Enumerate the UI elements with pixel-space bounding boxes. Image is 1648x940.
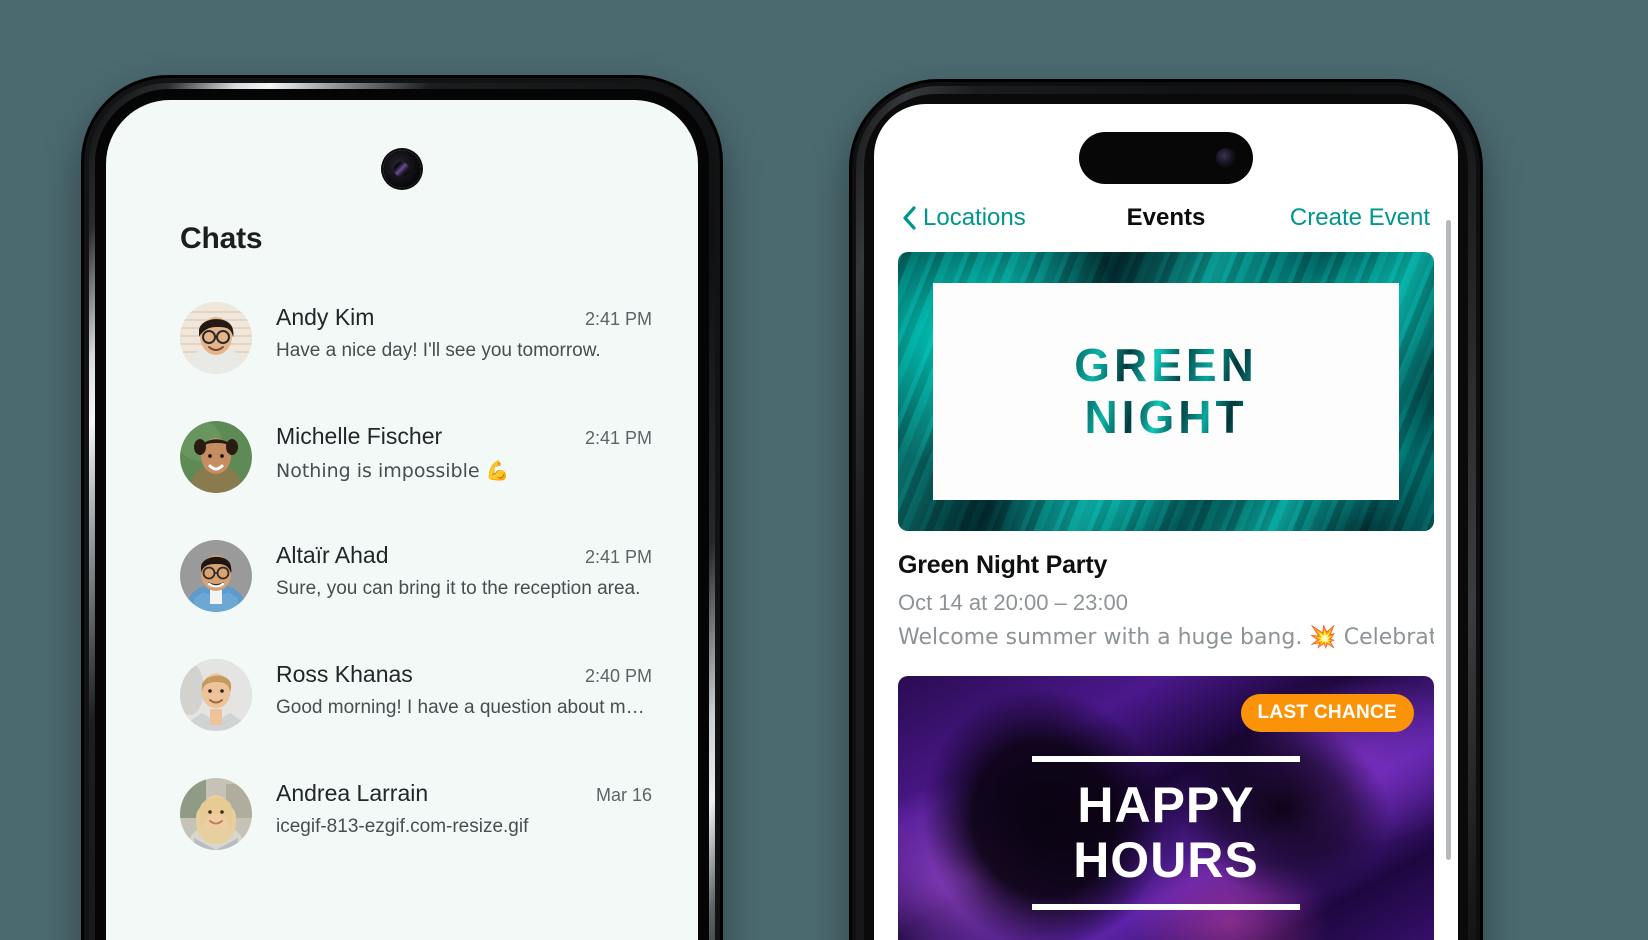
event-card[interactable]: GREEN NIGHT Green Night Party Oct 14 at … [874, 252, 1458, 650]
banner-line-1: HAPPY [1077, 776, 1255, 833]
avatar [180, 540, 252, 612]
events-feed[interactable]: GREEN NIGHT Green Night Party Oct 14 at … [874, 252, 1458, 940]
contact-name: Ross Khanas [276, 661, 413, 687]
left-phone-device: Chats Andy Kim 2:41 PM Have a nice day! … [84, 78, 720, 940]
banner-line-1: GREEN [1074, 338, 1258, 391]
event-banner-image: LAST CHANCE HAPPY HOURS [898, 676, 1434, 940]
contact-name: Andrea Larrain [276, 780, 429, 806]
banner-line-2: NIGHT [1084, 390, 1248, 443]
timestamp: 2:41 PM [584, 428, 652, 448]
message-preview: icegif-813-ezgif.com-resize.gif [276, 816, 529, 837]
timestamp: 2:41 PM [584, 309, 652, 329]
status-badge: LAST CHANCE [1240, 694, 1414, 732]
timestamp: Mar 16 [595, 785, 652, 805]
front-camera-icon [383, 150, 421, 188]
message-preview: Good morning! I have a question about my… [276, 697, 652, 718]
event-banner-image: GREEN NIGHT [898, 252, 1434, 531]
avatar [180, 421, 252, 493]
chevron-left-icon [902, 206, 916, 230]
chat-content: Ross Khanas 2:40 PM Good morning! I have… [276, 653, 652, 719]
event-banner-card: GREEN NIGHT [933, 283, 1399, 500]
avatar [180, 659, 252, 731]
list-item[interactable]: Ross Khanas 2:40 PM Good morning! I have… [106, 653, 698, 772]
back-button-label: Locations [923, 204, 1026, 231]
banner-rule-bottom [1032, 903, 1300, 910]
chat-list[interactable]: Andy Kim 2:41 PM Have a nice day! I'll s… [106, 296, 698, 891]
banner-rule-top [1032, 755, 1300, 762]
avatar [180, 302, 252, 374]
event-title: Green Night Party [898, 551, 1108, 579]
banner-line-2: HOURS [1073, 831, 1259, 888]
right-phone-screen: Locations Events Create Event GREEN NIGH… [874, 104, 1458, 940]
contact-name: Michelle Fischer [276, 423, 443, 449]
contact-name: Andy Kim [276, 304, 375, 330]
message-preview: Sure, you can bring it to the reception … [276, 578, 641, 599]
list-item[interactable]: Michelle Fischer 2:41 PM Nothing is impo… [106, 415, 698, 534]
event-date: Oct 14 at 20:00 – 23:00 [898, 590, 1128, 615]
chat-content: Andrea Larrain Mar 16 icegif-813-ezgif.c… [276, 772, 652, 838]
back-button[interactable]: Locations [902, 204, 1026, 232]
contact-name: Altaïr Ahad [276, 542, 389, 568]
page-title: Chats [180, 222, 263, 255]
avatar [180, 778, 252, 850]
chat-content: Altaïr Ahad 2:41 PM Sure, you can bring … [276, 534, 652, 600]
event-card[interactable]: LAST CHANCE HAPPY HOURS [874, 676, 1458, 940]
list-item[interactable]: Andrea Larrain Mar 16 icegif-813-ezgif.c… [106, 772, 698, 891]
chat-content: Andy Kim 2:41 PM Have a nice day! I'll s… [276, 296, 652, 362]
timestamp: 2:41 PM [584, 547, 652, 567]
nav-title: Events [1126, 204, 1206, 231]
chat-content: Michelle Fischer 2:41 PM Nothing is impo… [276, 415, 652, 482]
list-item[interactable]: Altaïr Ahad 2:41 PM Sure, you can bring … [106, 534, 698, 653]
message-preview: Nothing is impossible 💪 [276, 460, 510, 482]
navigation-bar: Locations Events Create Event [874, 190, 1458, 246]
left-phone-screen: Chats Andy Kim 2:41 PM Have a nice day! … [106, 100, 698, 940]
create-event-button[interactable]: Create Event [1290, 204, 1430, 232]
vertical-scrollbar[interactable] [1446, 220, 1451, 860]
event-description: Welcome summer with a huge bang. 💥 Celeb… [898, 625, 1434, 650]
right-phone-device: Locations Events Create Event GREEN NIGH… [852, 82, 1480, 940]
timestamp: 2:40 PM [584, 666, 652, 686]
list-item[interactable]: Andy Kim 2:41 PM Have a nice day! I'll s… [106, 296, 698, 415]
message-preview: Have a nice day! I'll see you tomorrow. [276, 340, 601, 361]
dynamic-island [1079, 132, 1253, 184]
